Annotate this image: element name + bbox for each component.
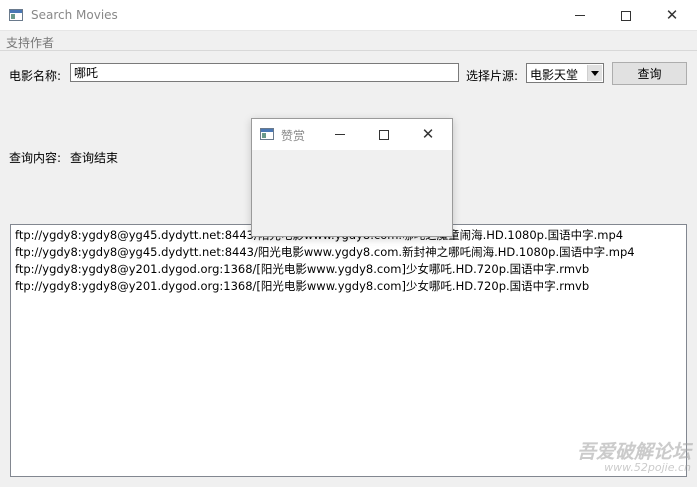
close-button[interactable]: ✕ bbox=[649, 0, 695, 31]
close-icon: ✕ bbox=[665, 6, 679, 24]
query-button[interactable]: 查询 bbox=[612, 62, 687, 85]
list-item[interactable]: ftp://ygdy8:ygdy8@y201.dygod.org:1368/[阳… bbox=[15, 278, 589, 294]
dialog-window-icon bbox=[260, 128, 274, 140]
maximize-icon bbox=[379, 129, 389, 140]
donate-dialog: 赞赏 ✕ bbox=[251, 118, 453, 237]
dialog-maximize-button[interactable] bbox=[362, 119, 406, 150]
dialog-close-button[interactable]: ✕ bbox=[406, 119, 450, 150]
watermark-line-1: 吾爱破解论坛 bbox=[576, 441, 691, 463]
close-icon: ✕ bbox=[421, 125, 435, 143]
movie-name-label: 电影名称: bbox=[9, 69, 62, 83]
source-select[interactable]: 电影天堂 bbox=[526, 63, 604, 83]
source-label: 选择片源: bbox=[466, 69, 519, 83]
dialog-minimize-button[interactable] bbox=[318, 119, 362, 150]
minimize-icon bbox=[335, 134, 345, 135]
menu-bar: 支持作者 bbox=[0, 31, 697, 51]
list-item[interactable]: ftp://ygdy8:ygdy8@yg45.dydytt.net:8443/阳… bbox=[15, 244, 635, 260]
maximize-button[interactable] bbox=[603, 0, 649, 31]
minimize-button[interactable] bbox=[557, 0, 603, 31]
dialog-title-bar: 赞赏 ✕ bbox=[252, 119, 452, 150]
query-status-label: 查询内容: bbox=[9, 151, 62, 165]
query-status-value: 查询结束 bbox=[70, 151, 119, 165]
minimize-icon bbox=[575, 15, 585, 16]
list-item[interactable]: ftp://ygdy8:ygdy8@y201.dygod.org:1368/[阳… bbox=[15, 261, 589, 277]
dropdown-arrow-icon[interactable] bbox=[587, 65, 602, 81]
window-title: Search Movies bbox=[31, 8, 118, 22]
menu-item-support-author[interactable]: 支持作者 bbox=[6, 34, 54, 51]
watermark: 吾爱破解论坛 www.52pojie.cn bbox=[573, 437, 691, 477]
watermark-line-2: www.52pojie.cn bbox=[604, 461, 691, 474]
maximize-icon bbox=[621, 10, 631, 21]
app-window-icon bbox=[9, 9, 23, 21]
source-selected-value: 电影天堂 bbox=[530, 68, 579, 82]
movie-name-input[interactable] bbox=[70, 63, 459, 82]
dialog-title: 赞赏 bbox=[281, 129, 306, 143]
title-bar: Search Movies ✕ bbox=[0, 0, 697, 31]
